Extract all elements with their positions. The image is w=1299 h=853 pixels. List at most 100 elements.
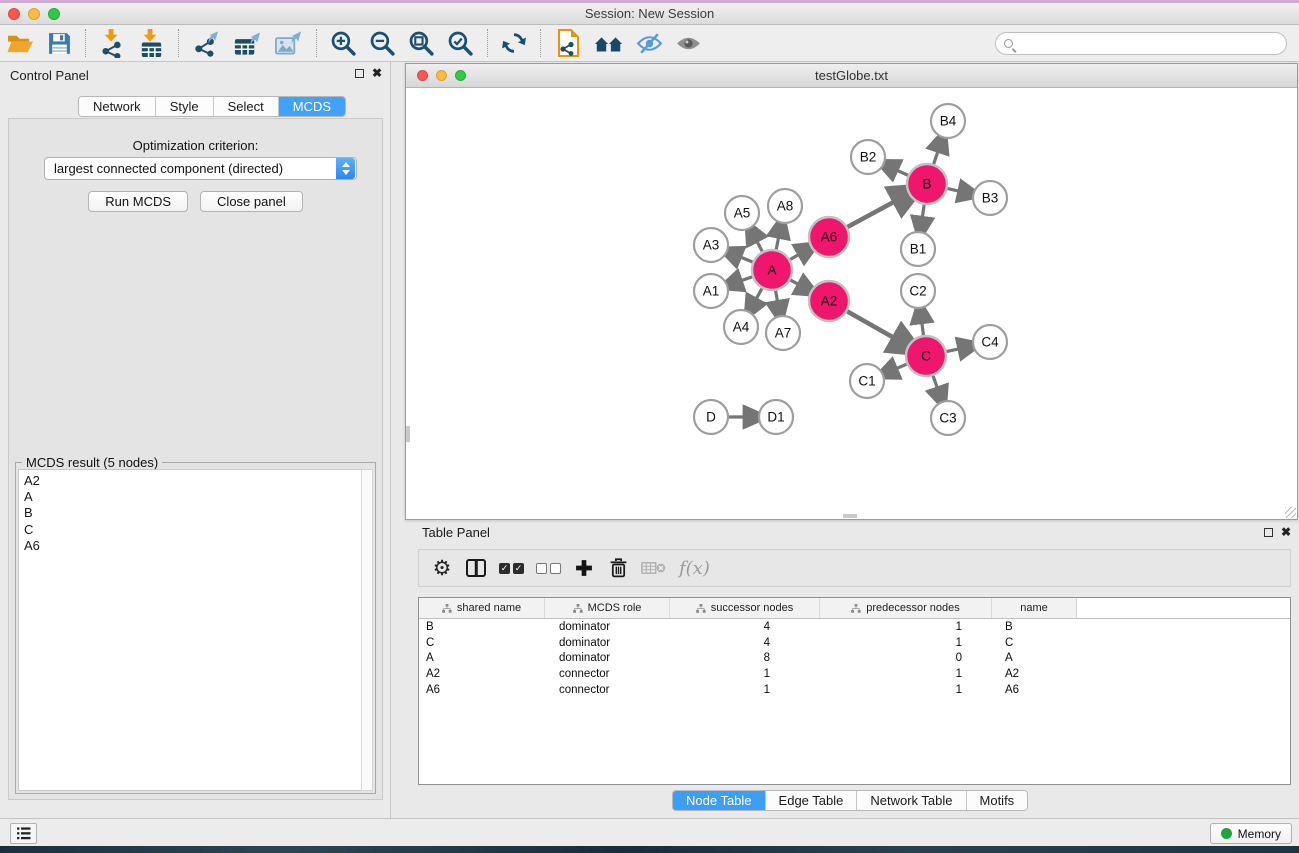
float-panel-icon[interactable]	[355, 69, 364, 78]
tab-network[interactable]: Network	[79, 97, 156, 116]
graph-node-A2[interactable]: A2	[809, 281, 849, 321]
graph-edge-A6-B[interactable]	[847, 198, 900, 227]
save-icon[interactable]	[41, 26, 78, 60]
home-views-icon[interactable]	[588, 26, 630, 60]
mcds-result-item[interactable]: A	[24, 489, 362, 505]
zoom-fit-icon[interactable]	[402, 26, 441, 60]
graph-node-A6[interactable]: A6	[809, 217, 849, 257]
optimization-criterion-dropdown[interactable]: largest connected component (directed)	[44, 157, 357, 180]
clone-network-icon[interactable]	[548, 26, 588, 60]
resize-grip-icon[interactable]	[1285, 507, 1296, 518]
graph-node-B1[interactable]: B1	[901, 232, 935, 266]
graph-edge-A-A1[interactable]	[737, 277, 753, 282]
mcds-result-list[interactable]: A2ABCA6	[18, 469, 363, 791]
close-table-panel-icon[interactable]: ✖	[1281, 526, 1291, 538]
node-table[interactable]: shared nameMCDS rolesuccessor nodesprede…	[418, 597, 1291, 785]
tab-motifs[interactable]: Motifs	[967, 791, 1028, 810]
column-view-icon[interactable]	[461, 552, 491, 584]
graph-node-A3[interactable]: A3	[694, 228, 728, 262]
graph-edge-A-A6[interactable]	[790, 252, 803, 259]
cell-predecessor-nodes[interactable]: 1	[820, 668, 992, 680]
add-column-icon[interactable]	[569, 552, 599, 584]
deselect-all-checkboxes-icon[interactable]	[532, 552, 565, 584]
graph-node-A8[interactable]: A8	[768, 189, 802, 223]
horizontal-scroll-thumb[interactable]	[843, 514, 857, 518]
column-header-MCDS-role[interactable]: MCDS role	[545, 598, 670, 618]
cell-successor-nodes[interactable]: 4	[670, 621, 820, 633]
graph-node-C2[interactable]: C2	[901, 274, 935, 308]
graph-edge-A-A4[interactable]	[754, 288, 762, 303]
graph-node-C[interactable]: C	[906, 336, 946, 376]
cell-MCDS-role[interactable]: connector	[545, 684, 670, 696]
graph-edge-A2-C[interactable]	[847, 311, 900, 341]
cell-predecessor-nodes[interactable]: 1	[820, 684, 992, 696]
graph-node-A7[interactable]: A7	[766, 316, 800, 350]
table-row[interactable]: A2connector11A2	[419, 666, 1290, 682]
network-graph[interactable]: AA1A2A3A4A5A6A7A8BB1B2B3B4CC1C2C3C4DD1	[406, 88, 1297, 519]
mcds-result-item[interactable]: C	[24, 522, 362, 538]
mcds-result-item[interactable]: A2	[24, 473, 362, 489]
graph-edge-B-B3[interactable]	[947, 189, 963, 193]
cell-name[interactable]: C	[992, 637, 1077, 649]
zoom-in-icon[interactable]	[324, 26, 363, 60]
memory-button[interactable]: Memory	[1210, 823, 1292, 844]
cell-successor-nodes[interactable]: 8	[670, 652, 820, 664]
cell-MCDS-role[interactable]: dominator	[545, 637, 670, 649]
search-input[interactable]	[1018, 35, 1286, 53]
network-canvas[interactable]: AA1A2A3A4A5A6A7A8BB1B2B3B4CC1C2C3C4DD1	[406, 88, 1297, 519]
select-all-checkboxes-icon[interactable]: ✓✓	[495, 552, 528, 584]
export-network-icon[interactable]	[186, 26, 227, 60]
import-table-icon[interactable]	[132, 26, 171, 60]
show-eye-icon[interactable]	[669, 26, 708, 60]
graph-node-B3[interactable]: B3	[973, 181, 1007, 215]
export-table-icon[interactable]	[227, 26, 268, 60]
zoom-selected-icon[interactable]	[441, 26, 480, 60]
cell-MCDS-role[interactable]: connector	[545, 668, 670, 680]
float-table-panel-icon[interactable]	[1264, 528, 1273, 537]
graph-node-C3[interactable]: C3	[931, 401, 965, 435]
cell-shared-name[interactable]: A	[419, 652, 545, 664]
import-network-icon[interactable]	[93, 26, 132, 60]
column-header-successor-nodes[interactable]: successor nodes	[670, 598, 820, 618]
hide-eye-icon[interactable]	[630, 26, 669, 60]
cell-predecessor-nodes[interactable]: 0	[820, 652, 992, 664]
tab-edge-table[interactable]: Edge Table	[766, 791, 858, 810]
close-panel-icon[interactable]: ✖	[372, 67, 382, 79]
graph-node-C1[interactable]: C1	[850, 364, 884, 398]
graph-edge-B-B2[interactable]	[893, 168, 908, 175]
graph-edge-A-A2[interactable]	[790, 280, 802, 287]
tab-select[interactable]: Select	[214, 97, 279, 116]
graph-node-C4[interactable]: C4	[973, 325, 1007, 359]
mcds-result-item[interactable]: B	[24, 505, 362, 521]
cell-shared-name[interactable]: B	[419, 621, 545, 633]
mcds-list-scrollbar[interactable]	[361, 469, 373, 791]
column-header-shared-name[interactable]: shared name	[419, 598, 545, 618]
cell-name[interactable]: A2	[992, 668, 1077, 680]
cell-name[interactable]: A	[992, 652, 1077, 664]
graph-node-B2[interactable]: B2	[851, 140, 885, 174]
status-menu-button[interactable]	[10, 823, 37, 844]
graph-edge-B-B1[interactable]	[922, 205, 924, 222]
graph-node-D[interactable]: D	[694, 400, 728, 434]
cell-successor-nodes[interactable]: 1	[670, 668, 820, 680]
run-mcds-button[interactable]: Run MCDS	[88, 191, 188, 212]
graph-node-B[interactable]: B	[907, 164, 947, 204]
tab-node-table[interactable]: Node Table	[673, 791, 766, 810]
graph-edge-C-C1[interactable]	[892, 364, 907, 370]
table-row[interactable]: Cdominator41C	[419, 635, 1290, 651]
column-header-name[interactable]: name	[992, 598, 1077, 618]
graph-edge-C-C3[interactable]	[933, 376, 939, 393]
graph-node-A1[interactable]: A1	[694, 274, 728, 308]
table-row[interactable]: A6connector11A6	[419, 682, 1290, 698]
tab-network-table[interactable]: Network Table	[857, 791, 966, 810]
graph-node-A5[interactable]: A5	[725, 196, 759, 230]
cell-name[interactable]: B	[992, 621, 1077, 633]
cell-MCDS-role[interactable]: dominator	[545, 652, 670, 664]
graph-node-A[interactable]: A	[752, 250, 792, 290]
graph-node-D1[interactable]: D1	[759, 400, 793, 434]
refresh-layout-icon[interactable]	[495, 26, 533, 60]
cell-predecessor-nodes[interactable]: 1	[820, 637, 992, 649]
cell-shared-name[interactable]: A6	[419, 684, 545, 696]
column-header-predecessor-nodes[interactable]: predecessor nodes	[820, 598, 992, 618]
function-builder-icon[interactable]: f(x)	[675, 552, 714, 584]
